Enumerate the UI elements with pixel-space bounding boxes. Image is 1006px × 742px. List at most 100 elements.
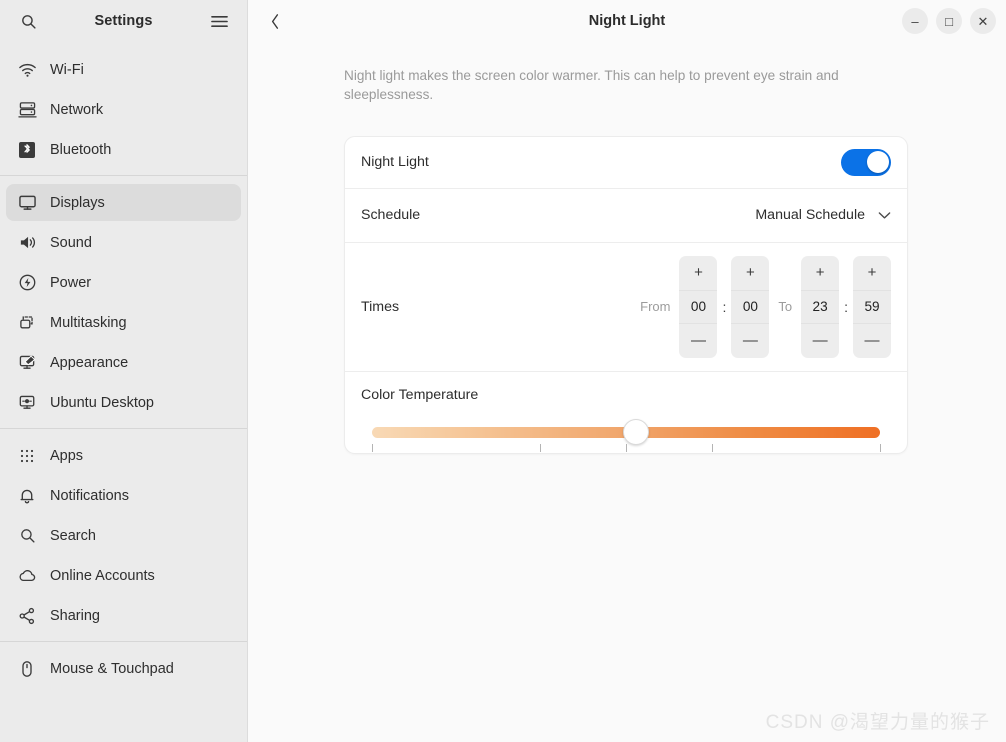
- sidebar-item-label: Power: [50, 274, 92, 291]
- sidebar-nav: Wi-Fi Network Bluetooth Displays Sound P…: [0, 42, 247, 742]
- to-minute-value[interactable]: 59: [853, 289, 891, 324]
- sidebar-item-label: Sharing: [50, 607, 100, 624]
- to-label: To: [778, 299, 793, 314]
- sidebar-item-label: Mouse & Touchpad: [50, 660, 174, 677]
- network-icon: [16, 99, 38, 121]
- settings-window: Settings Wi-Fi Network Bluetooth Display…: [0, 0, 1006, 742]
- times-row: Times From + 00 — : + 00 — To + 23 —: +…: [345, 241, 907, 371]
- to-minute-decrement-button[interactable]: —: [853, 324, 891, 358]
- multitasking-icon: [16, 312, 38, 334]
- main-panel: Night Light – □ ✕ Night light makes the …: [248, 0, 1006, 742]
- maximize-button[interactable]: □: [936, 8, 962, 34]
- to-hour-value[interactable]: 23: [801, 289, 840, 324]
- window-controls: – □ ✕: [902, 8, 996, 34]
- times-controls: From + 00 — : + 00 — To + 23 —: + 59 —: [631, 255, 891, 358]
- from-minute-increment-button[interactable]: +: [731, 256, 769, 290]
- sidebar-divider: [0, 175, 247, 176]
- slider-thumb[interactable]: [623, 418, 650, 445]
- bell-icon: [16, 485, 38, 507]
- close-button[interactable]: ✕: [970, 8, 996, 34]
- toggle-knob: [866, 151, 889, 173]
- sidebar-item-label: Multitasking: [50, 314, 127, 331]
- page-description: Night light makes the screen color warme…: [344, 68, 839, 102]
- sidebar-item-ubuntu-desktop[interactable]: Ubuntu Desktop: [6, 384, 241, 421]
- sidebar-item-bluetooth[interactable]: Bluetooth: [6, 131, 241, 168]
- from-minute-spinner: + 00 —: [731, 255, 770, 358]
- search-icon[interactable]: [14, 7, 42, 35]
- schedule-label: Schedule: [361, 207, 421, 223]
- sidebar-item-apps[interactable]: Apps: [6, 437, 241, 474]
- back-button[interactable]: [260, 6, 290, 36]
- sidebar-item-search[interactable]: Search: [6, 517, 241, 554]
- sidebar-item-label: Apps: [50, 447, 84, 464]
- slider-tick: [880, 443, 881, 452]
- sidebar-item-appearance[interactable]: Appearance: [6, 344, 241, 381]
- slider-tick: [372, 443, 373, 452]
- times-label: Times: [361, 298, 400, 315]
- from-time-separator: :: [722, 298, 727, 315]
- slider-track[interactable]: [372, 418, 880, 445]
- sidebar-item-network[interactable]: Network: [6, 91, 241, 128]
- to-hour-decrement-button[interactable]: —: [801, 324, 839, 358]
- slider-tick: [626, 443, 627, 452]
- sidebar-item-label: Search: [50, 527, 96, 544]
- night-light-row: Night Light: [345, 137, 907, 188]
- power-icon: [16, 272, 38, 294]
- mouse-icon: [16, 658, 38, 680]
- sidebar-item-label: Sound: [50, 234, 92, 251]
- wifi-icon: [16, 59, 38, 81]
- night-light-toggle[interactable]: [841, 148, 891, 176]
- sidebar-item-mouse-touchpad[interactable]: Mouse & Touchpad: [6, 650, 241, 687]
- color-temperature-slider[interactable]: [361, 418, 891, 453]
- content-area: Night light makes the screen color warme…: [248, 42, 1006, 742]
- schedule-dropdown[interactable]: Manual Schedule: [755, 207, 891, 223]
- page-title: Night Light: [588, 13, 666, 29]
- hamburger-menu-icon[interactable]: [205, 7, 233, 35]
- sidebar-group-hardware: Displays Sound Power Multitasking Appear…: [0, 184, 247, 421]
- sidebar-item-online-accounts[interactable]: Online Accounts: [6, 557, 241, 594]
- sidebar-item-power[interactable]: Power: [6, 264, 241, 301]
- sidebar-item-notifications[interactable]: Notifications: [6, 477, 241, 514]
- sidebar-item-label: Wi-Fi: [50, 61, 84, 78]
- from-minute-value[interactable]: 00: [731, 289, 770, 324]
- from-hour-increment-button[interactable]: +: [679, 256, 717, 290]
- to-hour-spinner: + 23 —: [801, 255, 840, 358]
- from-hour-spinner: + 00 —: [679, 255, 718, 358]
- apps-grid-icon: [16, 445, 38, 467]
- from-label: From: [640, 299, 671, 314]
- sidebar-item-label: Online Accounts: [50, 567, 155, 584]
- sidebar-item-sound[interactable]: Sound: [6, 224, 241, 261]
- color-temperature-row: Color Temperature: [345, 370, 907, 453]
- sidebar-group-system: Apps Notifications Search Online Account…: [0, 437, 247, 634]
- watermark: CSDN @渴望力量的猴子: [765, 712, 990, 733]
- appearance-icon: [16, 352, 38, 374]
- titlebar: Night Light – □ ✕: [248, 0, 1006, 42]
- sidebar-item-label: Network: [50, 101, 104, 118]
- sidebar: Settings Wi-Fi Network Bluetooth Display…: [0, 0, 248, 742]
- sidebar-item-sharing[interactable]: Sharing: [6, 597, 241, 634]
- minimize-button[interactable]: –: [902, 8, 928, 34]
- sidebar-item-wi-fi[interactable]: Wi-Fi: [6, 51, 241, 88]
- color-temperature-label: Color Temperature: [361, 386, 479, 403]
- sidebar-item-label: Ubuntu Desktop: [50, 394, 154, 411]
- display-icon: [16, 192, 38, 214]
- to-hour-increment-button[interactable]: +: [801, 256, 839, 290]
- search-icon: [16, 525, 38, 547]
- from-hour-decrement-button[interactable]: —: [679, 324, 717, 358]
- sidebar-item-label: Bluetooth: [50, 141, 112, 158]
- slider-tick: [712, 443, 714, 452]
- from-minute-decrement-button[interactable]: —: [731, 324, 769, 358]
- to-time-separator: :: [844, 298, 848, 315]
- chevron-down-icon: [878, 211, 891, 220]
- sidebar-group-connectivity: Wi-Fi Network Bluetooth: [0, 51, 247, 168]
- sidebar-item-multitasking[interactable]: Multitasking: [6, 304, 241, 341]
- to-minute-increment-button[interactable]: +: [853, 256, 891, 290]
- from-hour-value[interactable]: 00: [679, 289, 718, 324]
- sidebar-item-displays[interactable]: Displays: [6, 184, 241, 221]
- slider-tick: [539, 443, 541, 452]
- slider-ticks: [372, 443, 881, 453]
- night-light-card: Night Light Schedule Manual Schedule Tim…: [344, 135, 908, 454]
- bluetooth-icon: [16, 139, 38, 161]
- ubuntu-desktop-icon: [16, 392, 38, 414]
- sound-icon: [16, 232, 38, 254]
